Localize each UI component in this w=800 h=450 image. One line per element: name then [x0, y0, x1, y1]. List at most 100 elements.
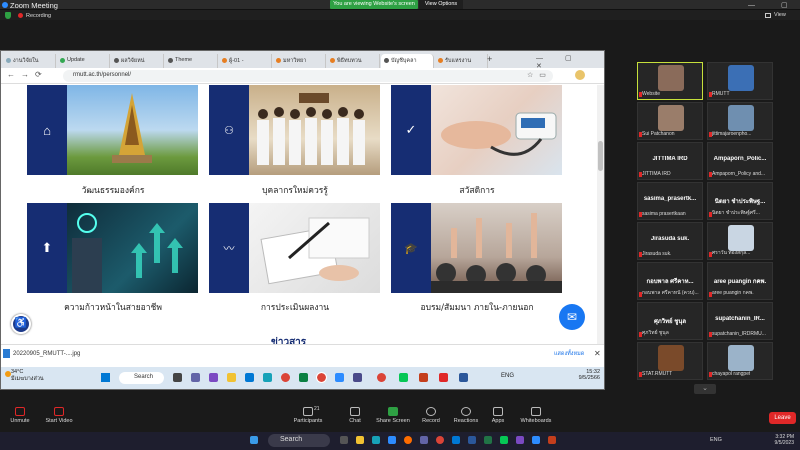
- scrollbar[interactable]: [597, 85, 604, 347]
- home-icon[interactable]: ⌂: [27, 85, 67, 175]
- browser-tab[interactable]: Update: [57, 54, 110, 68]
- word-icon[interactable]: [459, 373, 468, 382]
- card-label[interactable]: อบรม/สัมมนา ภายใน-ภายนอก: [391, 300, 563, 314]
- participant-tile[interactable]: JITTIMA IRD JITTIMA IRD: [637, 142, 703, 180]
- people-icon[interactable]: ⚇: [209, 85, 249, 175]
- outlook-icon[interactable]: [452, 436, 460, 444]
- browser-tab[interactable]: ผลวิจัยหน่: [111, 54, 164, 68]
- line-icon[interactable]: [500, 436, 508, 444]
- security-shield-icon[interactable]: [5, 12, 11, 19]
- participant-tile[interactable]: supatchanin_IR... supatchanin_IRDRMU...: [707, 302, 773, 340]
- teams-icon[interactable]: [420, 436, 428, 444]
- browser-tab[interactable]: มหาวิทยา: [273, 54, 326, 68]
- participant-tile[interactable]: jittimajaroenpho...: [707, 102, 773, 140]
- career-image[interactable]: [67, 203, 198, 293]
- culture-image[interactable]: [67, 85, 198, 175]
- powerpoint-icon[interactable]: [419, 373, 428, 382]
- card-label[interactable]: บุคลากรใหม่ควรรู้: [209, 183, 381, 197]
- excel-icon[interactable]: [484, 436, 492, 444]
- card-label[interactable]: การประเมินผลงาน: [209, 300, 381, 314]
- app-icon[interactable]: [299, 373, 308, 382]
- language-indicator[interactable]: ENG: [501, 373, 514, 379]
- participant-tile[interactable]: RMUTT: [707, 62, 773, 100]
- grid-view-icon[interactable]: [765, 13, 771, 18]
- file-explorer-icon[interactable]: [356, 436, 364, 444]
- powerpoint-icon[interactable]: [548, 436, 556, 444]
- download-item[interactable]: 20220905_RMUTT-....jpg: [13, 351, 80, 357]
- taskbar-search[interactable]: Search: [119, 372, 164, 384]
- share-screen-button[interactable]: Share Screen: [373, 406, 413, 424]
- profile-avatar[interactable]: [575, 70, 585, 80]
- chrome-icon[interactable]: [281, 373, 290, 382]
- chart-line-icon[interactable]: 〰: [209, 203, 249, 293]
- extension-icons[interactable]: ☆▭: [527, 71, 552, 79]
- show-all-button[interactable]: แสดงทั้งหมด: [554, 350, 584, 358]
- card-label[interactable]: ความก้าวหน้าในสายอาชีพ: [27, 300, 199, 314]
- chevron-down-icon[interactable]: ⌄: [694, 384, 716, 394]
- participant-tile[interactable]: Sui Patchanon: [637, 102, 703, 140]
- scrollbar-thumb[interactable]: [598, 141, 603, 171]
- participant-tile[interactable]: STAT.RMUTT: [637, 342, 703, 380]
- browser-tab[interactable]: พิธีทบทวน: [327, 54, 380, 68]
- view-button[interactable]: View: [774, 12, 786, 18]
- weather-widget[interactable]: 34°C มีเมฆบางส่วน: [11, 369, 44, 383]
- check-icon[interactable]: ✓: [391, 85, 431, 175]
- teams-icon[interactable]: [191, 373, 200, 382]
- chat-button[interactable]: Chat: [335, 406, 375, 424]
- pdf-icon[interactable]: [439, 373, 448, 382]
- browser-tab[interactable]: งานวิจัยใน: [3, 54, 56, 68]
- participant-tile[interactable]: Website: [637, 62, 703, 100]
- view-options-button[interactable]: View Options: [419, 0, 463, 9]
- taskbar-clock[interactable]: 15:32 9/5/2566: [564, 369, 600, 381]
- close-icon[interactable]: ✕: [594, 349, 601, 358]
- participant-tile[interactable]: กอบพาล ศรีคาห... กอบพาล ศรีคาหนั (ควบ)...: [637, 262, 703, 300]
- messenger-icon[interactable]: ✉: [559, 304, 585, 330]
- participant-tile[interactable]: Jirasuda suk. Jirasuda suk.: [637, 222, 703, 260]
- participants-button[interactable]: Participants: [288, 406, 328, 424]
- leave-button[interactable]: Leave: [769, 412, 796, 424]
- training-image[interactable]: [431, 203, 562, 293]
- whiteboards-button[interactable]: Whiteboards: [515, 406, 557, 424]
- participant-tile[interactable]: chayapol rangpet: [707, 342, 773, 380]
- arrow-up-icon[interactable]: ⬆: [27, 203, 67, 293]
- participant-tile[interactable]: ศุภวิทย์ ชูนุล ศุภวิทย์ ชูนุล: [637, 302, 703, 340]
- evaluation-image[interactable]: [249, 203, 380, 293]
- participant-tile[interactable]: aree puangin กคพ. aree puangin กคพ.: [707, 262, 773, 300]
- chrome-icon[interactable]: [436, 436, 444, 444]
- participant-tile[interactable]: ศราวัน ทองสกุล...: [707, 222, 773, 260]
- chrome-icon[interactable]: [377, 373, 386, 382]
- zoom-active-icon[interactable]: [532, 436, 540, 444]
- mail-icon[interactable]: [245, 373, 254, 382]
- app-icon[interactable]: [209, 373, 218, 382]
- card-label[interactable]: สวัสดิการ: [391, 183, 563, 197]
- language-indicator[interactable]: ENG: [710, 437, 722, 443]
- browser-tab[interactable]: Theme: [165, 54, 218, 68]
- taskbar-clock[interactable]: 3:32 PM 9/5/2023: [758, 434, 794, 446]
- zoom-icon[interactable]: [335, 373, 344, 382]
- windows-start-icon[interactable]: [101, 373, 110, 382]
- record-button[interactable]: Record: [411, 406, 451, 424]
- windows-start-icon[interactable]: [250, 436, 258, 444]
- edge-icon[interactable]: [372, 436, 380, 444]
- word-icon[interactable]: [468, 436, 476, 444]
- new-staff-image[interactable]: [249, 85, 380, 175]
- firefox-icon[interactable]: [404, 436, 412, 444]
- apps-button[interactable]: Apps: [478, 406, 518, 424]
- browser-tab[interactable]: รับแหรงาน: [435, 54, 488, 68]
- participant-tile[interactable]: sasima_prasertk... sasima prasertkaan: [637, 182, 703, 220]
- app-icon[interactable]: [353, 373, 362, 382]
- nav-buttons[interactable]: ←→⟳: [7, 70, 48, 79]
- unmute-button[interactable]: Unmute: [0, 406, 40, 424]
- zoom-icon[interactable]: [388, 436, 396, 444]
- app-icon[interactable]: [516, 436, 524, 444]
- task-view-icon[interactable]: [340, 436, 348, 444]
- graduation-cap-icon[interactable]: 🎓: [391, 203, 431, 293]
- task-view-icon[interactable]: [173, 373, 182, 382]
- new-tab-button[interactable]: +: [487, 54, 492, 64]
- accessibility-icon[interactable]: ♿: [11, 314, 31, 334]
- start-video-button[interactable]: Start Video: [38, 406, 80, 424]
- browser-tab-active[interactable]: บัญชีบุคลา: [381, 54, 434, 68]
- url-input[interactable]: rmutt.ac.th/personnel/: [63, 70, 553, 82]
- welfare-image[interactable]: [431, 85, 562, 175]
- chrome-active-icon[interactable]: [316, 372, 327, 383]
